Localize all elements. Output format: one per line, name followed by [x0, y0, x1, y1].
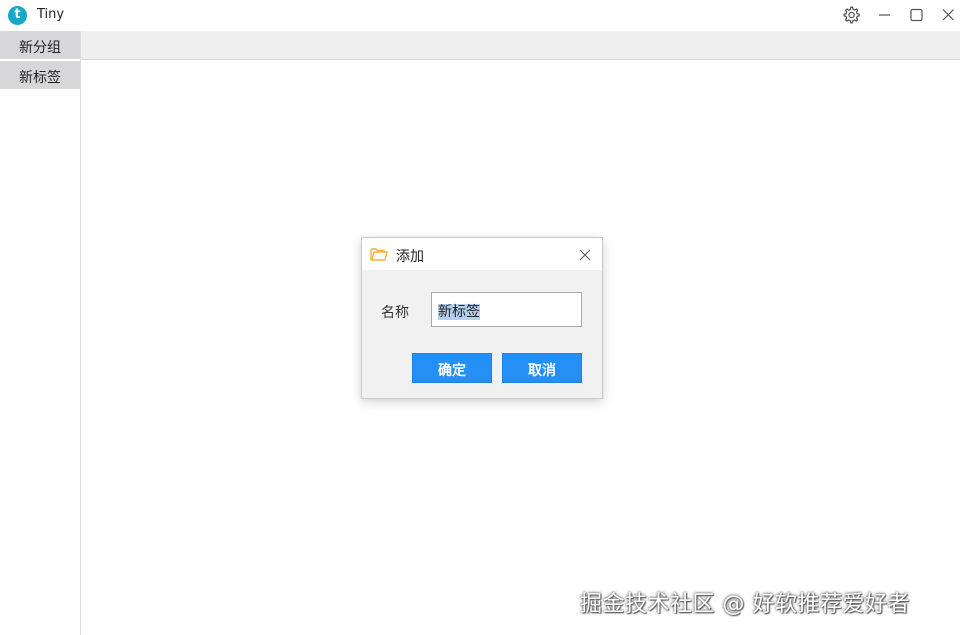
dialog-close-icon[interactable]: [578, 247, 592, 261]
title-bar: t Tiny: [0, 0, 960, 31]
name-input[interactable]: 新标签: [431, 292, 582, 327]
cancel-button[interactable]: 取消: [502, 353, 582, 383]
dialog-title: 添加: [396, 249, 424, 265]
confirm-button[interactable]: 确定: [412, 353, 492, 383]
tab-strip: [81, 31, 960, 60]
sidebar-item-group[interactable]: 新分组: [0, 31, 80, 59]
dialog-header: 添加: [362, 238, 602, 270]
name-input-value: 新标签: [438, 304, 480, 320]
maximize-icon[interactable]: [905, 4, 927, 26]
watermark: 掘金技术社区 @ 好软推荐爱好者: [580, 592, 910, 617]
app-logo: t: [8, 6, 27, 25]
sidebar: 新分组 新标签: [0, 31, 81, 635]
sidebar-item-tag[interactable]: 新标签: [0, 61, 80, 89]
folder-icon: [370, 246, 388, 262]
close-icon[interactable]: [937, 4, 959, 26]
add-dialog: 添加 名称 新标签 确定 取消: [361, 237, 603, 399]
name-label: 名称: [381, 305, 409, 321]
minimize-icon[interactable]: [873, 4, 895, 26]
app-title: Tiny: [37, 7, 65, 22]
settings-icon[interactable]: [840, 4, 862, 26]
